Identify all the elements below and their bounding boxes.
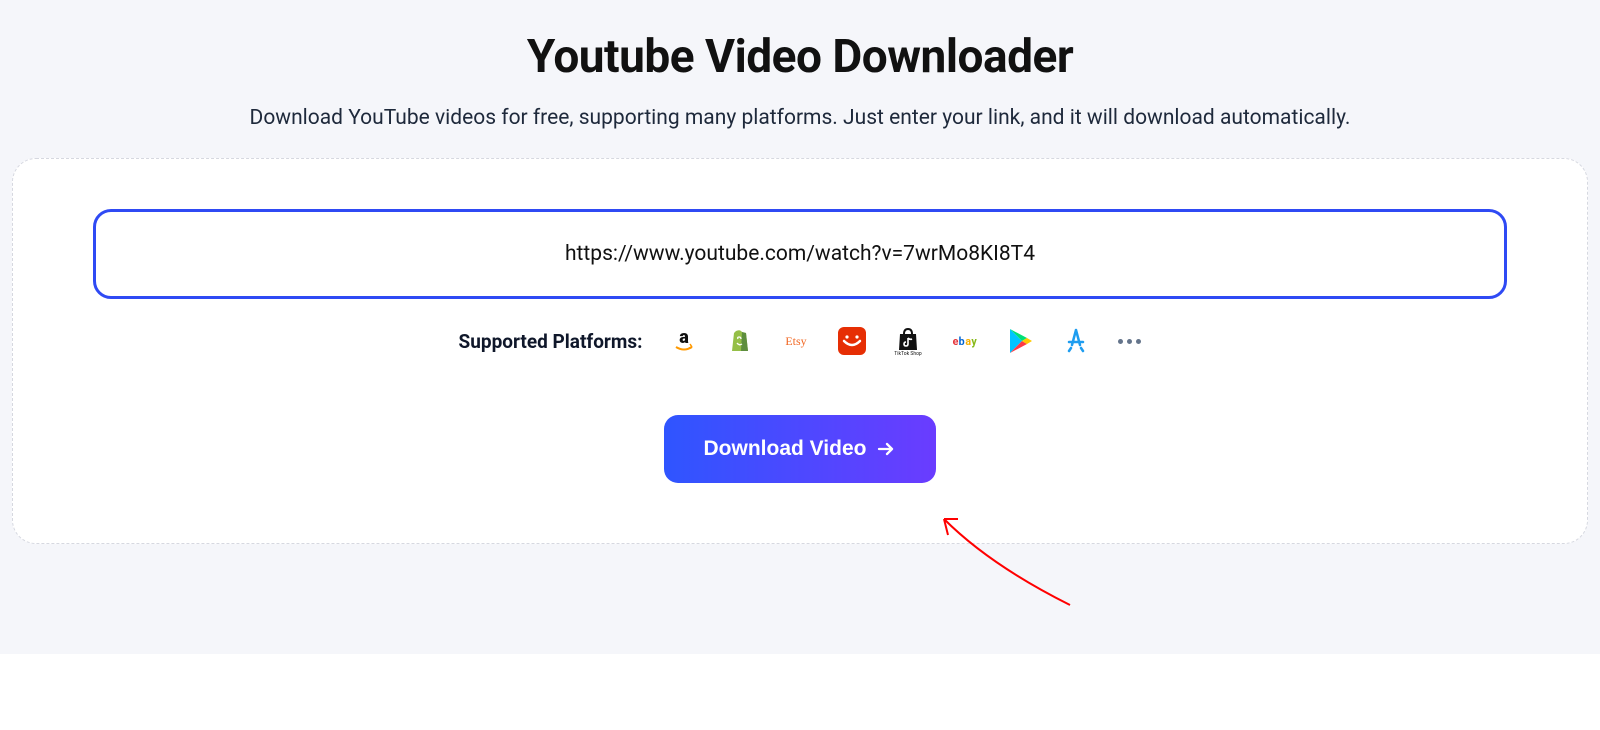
app-store-icon	[1062, 327, 1090, 355]
download-button-label: Download Video	[704, 437, 867, 461]
footer-strip	[0, 654, 1600, 730]
svg-text:e: e	[953, 335, 959, 348]
etsy-icon: Etsy	[782, 327, 810, 355]
shopify-icon	[726, 327, 754, 355]
svg-text:Etsy: Etsy	[786, 334, 807, 348]
svg-text:y: y	[972, 335, 978, 348]
arrow-right-icon	[876, 439, 896, 459]
url-input[interactable]	[93, 209, 1507, 299]
svg-text:a: a	[966, 335, 972, 348]
page-subtitle: Download YouTube videos for free, suppor…	[0, 106, 1600, 130]
amazon-icon: a	[670, 327, 698, 355]
more-platforms-icon[interactable]	[1118, 339, 1141, 344]
platforms-row: Supported Platforms: a Etsy	[93, 327, 1507, 355]
ebay-icon: e b a y	[950, 327, 978, 355]
aliexpress-icon	[838, 327, 866, 355]
svg-text:TikTok Shop: TikTok Shop	[895, 351, 923, 356]
page-title: Youtube Video Downloader	[0, 30, 1600, 84]
svg-text:a: a	[680, 327, 690, 348]
tiktok-shop-icon: TikTok Shop	[894, 327, 922, 355]
platforms-label: Supported Platforms:	[459, 330, 643, 353]
downloader-card: Supported Platforms: a Etsy	[12, 158, 1588, 544]
download-video-button[interactable]: Download Video	[664, 415, 937, 483]
google-play-icon	[1006, 327, 1034, 355]
svg-text:b: b	[959, 335, 965, 348]
